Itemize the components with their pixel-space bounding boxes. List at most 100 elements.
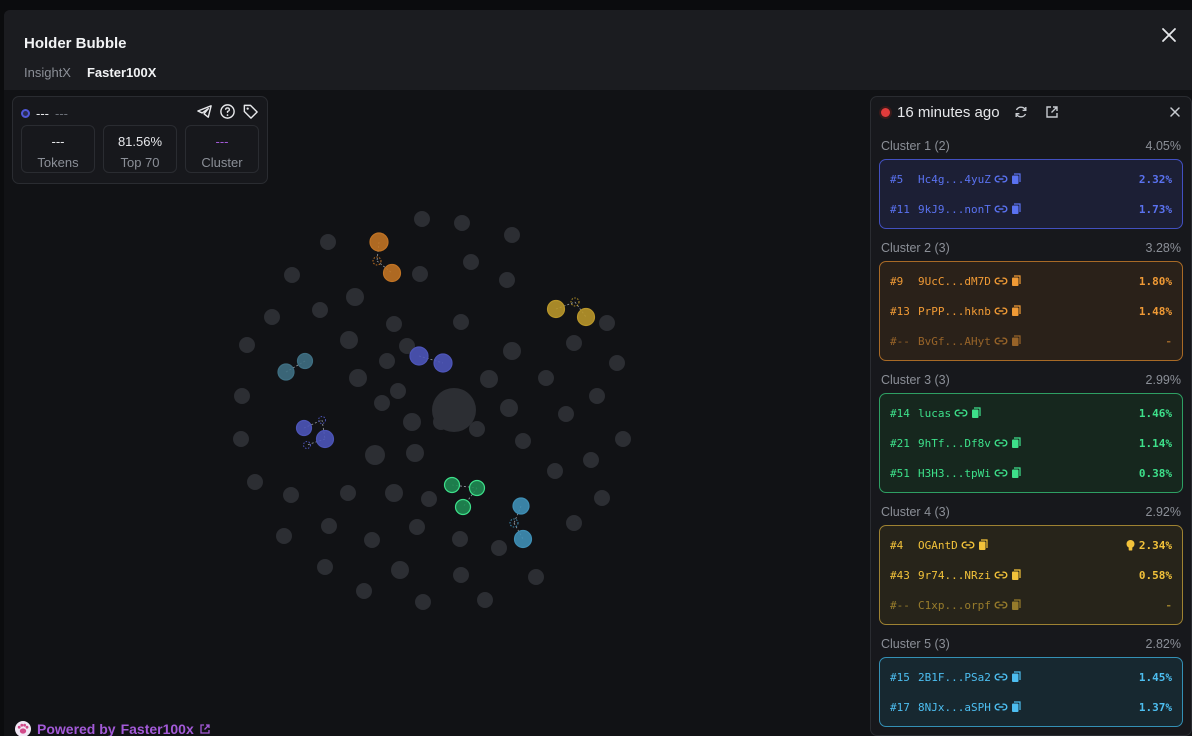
holder-bubble[interactable] xyxy=(491,540,507,556)
holder-bubble[interactable] xyxy=(594,490,610,506)
holder-row[interactable]: #4 OGAntD 2.34% xyxy=(880,530,1182,560)
holder-bubble[interactable] xyxy=(386,316,402,332)
holder-address[interactable]: Hc4g...4yuZ xyxy=(918,173,991,186)
holder-bubble[interactable] xyxy=(247,474,263,490)
holder-bubble[interactable] xyxy=(477,592,493,608)
holder-bubble[interactable] xyxy=(390,383,406,399)
cluster-header[interactable]: Cluster 2 (3) 3.28% xyxy=(879,229,1183,261)
holder-address[interactable]: 9hTf...Df8v xyxy=(918,437,991,450)
holder-bubble[interactable] xyxy=(317,559,333,575)
holder-bubble[interactable] xyxy=(385,484,403,502)
holder-bubble[interactable] xyxy=(403,413,421,431)
holder-bubble[interactable] xyxy=(528,569,544,585)
cluster-bubble[interactable] xyxy=(546,299,566,319)
holder-bubble[interactable] xyxy=(234,388,250,404)
cluster-bubble-group[interactable] xyxy=(546,297,596,327)
cluster-header[interactable]: Cluster 3 (3) 2.99% xyxy=(879,361,1183,393)
copy-icon[interactable] xyxy=(1011,203,1021,215)
holder-bubble[interactable] xyxy=(409,519,425,535)
link-icon[interactable] xyxy=(994,204,1008,214)
cluster-bubble-group[interactable] xyxy=(443,476,486,516)
help-icon[interactable] xyxy=(219,103,236,120)
refresh-icon[interactable] xyxy=(1013,104,1029,120)
holder-bubble[interactable] xyxy=(349,369,367,387)
holder-address[interactable]: 9kJ9...nonT xyxy=(918,203,991,216)
holder-bubble[interactable] xyxy=(264,309,280,325)
cluster-bubble-group[interactable] xyxy=(409,346,453,373)
cluster-bubble[interactable] xyxy=(513,529,533,549)
copy-icon[interactable] xyxy=(1011,671,1021,683)
holder-bubble[interactable] xyxy=(566,515,582,531)
holder-bubble[interactable] xyxy=(391,561,409,579)
telegram-icon[interactable] xyxy=(196,103,213,120)
holder-address[interactable]: 9r74...NRzi xyxy=(918,569,991,582)
holder-bubble[interactable] xyxy=(239,337,255,353)
cluster-bubble[interactable] xyxy=(454,498,472,516)
copy-icon[interactable] xyxy=(1011,437,1021,449)
holder-bubble[interactable] xyxy=(346,288,364,306)
holder-bubble[interactable] xyxy=(453,314,469,330)
holder-address[interactable]: 8NJx...aSPH xyxy=(918,701,991,714)
cluster-bubble[interactable] xyxy=(277,363,295,381)
holder-bubble[interactable] xyxy=(547,463,563,479)
holder-bubble[interactable] xyxy=(365,445,385,465)
copy-icon[interactable] xyxy=(1011,275,1021,287)
cluster-bubble-group[interactable] xyxy=(369,232,402,283)
holder-address[interactable]: 9UcC...dM7D xyxy=(918,275,991,288)
holder-bubble[interactable] xyxy=(615,431,631,447)
link-icon[interactable] xyxy=(954,408,968,418)
tab-faster100x[interactable]: Faster100X xyxy=(87,65,156,80)
link-icon[interactable] xyxy=(994,306,1008,316)
holder-row[interactable]: #14 lucas 1.46% xyxy=(880,398,1182,428)
holder-row[interactable]: #11 9kJ9...nonT 1.73% xyxy=(880,194,1182,224)
holder-bubbles-grey[interactable] xyxy=(233,211,631,610)
holder-bubble[interactable] xyxy=(340,485,356,501)
copy-icon[interactable] xyxy=(1011,599,1021,611)
link-icon[interactable] xyxy=(994,702,1008,712)
holder-bubble[interactable] xyxy=(312,302,328,318)
holder-bubble[interactable] xyxy=(499,272,515,288)
copy-icon[interactable] xyxy=(971,407,981,419)
tag-icon[interactable] xyxy=(242,103,259,120)
cluster-bubble[interactable] xyxy=(296,352,314,370)
cluster-bubble[interactable] xyxy=(295,419,313,437)
open-external-icon[interactable] xyxy=(1044,104,1060,120)
holder-bubble[interactable] xyxy=(558,406,574,422)
holder-bubble[interactable] xyxy=(452,531,468,547)
link-icon[interactable] xyxy=(994,468,1008,478)
powered-by-link[interactable]: Powered by Faster100x xyxy=(14,720,211,736)
holder-address[interactable]: lucas xyxy=(918,407,951,420)
cluster-bubble-group[interactable] xyxy=(509,497,533,549)
holder-bubble[interactable] xyxy=(415,594,431,610)
holder-bubble[interactable] xyxy=(412,266,428,282)
holder-bubble[interactable] xyxy=(504,227,520,243)
holder-row[interactable]: #13 PrPP...hknb 1.48% xyxy=(880,296,1182,326)
cluster-bubble-group[interactable] xyxy=(277,352,314,381)
holder-bubble[interactable] xyxy=(356,583,372,599)
holder-address[interactable]: 2B1F...PSa2 xyxy=(918,671,991,684)
holder-bubble[interactable] xyxy=(500,399,518,417)
bubble-map[interactable] xyxy=(4,90,870,736)
copy-icon[interactable] xyxy=(978,539,988,551)
link-icon[interactable] xyxy=(994,438,1008,448)
holder-row[interactable]: #-- C1xp...orpf - xyxy=(880,590,1182,620)
link-icon[interactable] xyxy=(961,540,975,550)
link-icon[interactable] xyxy=(994,672,1008,682)
holder-bubble[interactable] xyxy=(283,487,299,503)
cluster-bubble[interactable] xyxy=(382,263,402,283)
copy-icon[interactable] xyxy=(1011,467,1021,479)
cluster-bubble[interactable] xyxy=(468,479,486,497)
holder-bubble[interactable] xyxy=(276,528,292,544)
holder-row[interactable]: #51 H3H3...tpWi 0.38% xyxy=(880,458,1182,488)
holder-address[interactable]: C1xp...orpf xyxy=(918,599,991,612)
cluster-bubble[interactable] xyxy=(409,346,429,366)
holder-bubble[interactable] xyxy=(453,567,469,583)
link-icon[interactable] xyxy=(994,336,1008,346)
holder-bubble[interactable] xyxy=(589,388,605,404)
cluster-bubble[interactable] xyxy=(443,476,461,494)
holder-row[interactable]: #21 9hTf...Df8v 1.14% xyxy=(880,428,1182,458)
tab-insightx[interactable]: InsightX xyxy=(24,65,71,80)
link-icon[interactable] xyxy=(994,570,1008,580)
holder-bubble[interactable] xyxy=(321,518,337,534)
copy-icon[interactable] xyxy=(1011,701,1021,713)
